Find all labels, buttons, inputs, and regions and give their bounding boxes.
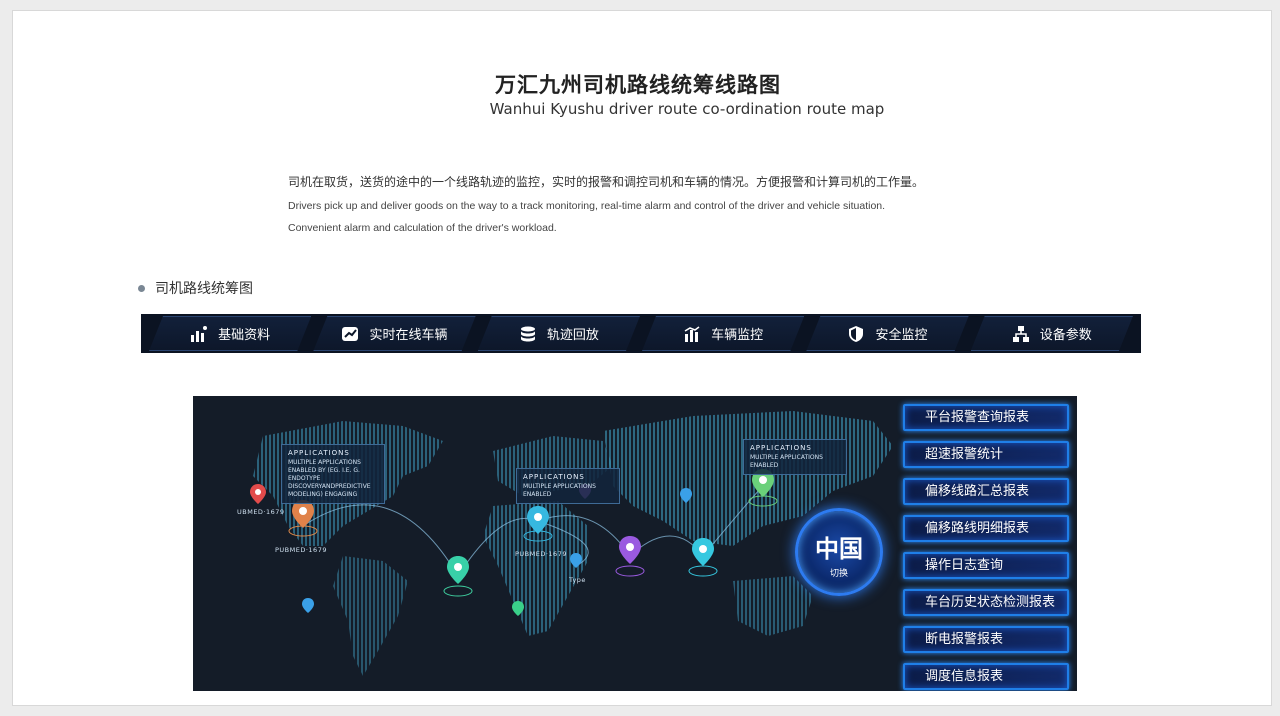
info-card-body: MULTIPLE APPLICATIONS ENABLED BY (EG. I.… [288,459,371,498]
map-label: UBMED·1679 [237,508,285,516]
info-card-title: APPLICATIONS [288,449,350,457]
section-heading: 司机路线统筹图 [138,278,253,298]
bar-chart-people-icon [190,325,208,343]
network-icon [1012,325,1030,343]
page-subtitle: Wanhui Kyushu driver route co-ordination… [489,100,885,118]
nav-item-track-playback[interactable]: 轨迹回放 [478,316,640,351]
page-title: 万汇九州司机路线统筹线路图 [495,73,781,97]
section-title: 司机路线统筹图 [155,281,253,297]
report-item-deviation-summary[interactable]: 偏移线路汇总报表 [903,478,1069,505]
china-button-label: 中国 [815,535,863,563]
nav-label: 实时在线车辆 [369,328,448,343]
nav-item-safety-monitor[interactable]: 安全监控 [806,316,968,351]
top-nav-bar: 基础资料 实时在线车辆 轨迹回放 车辆监控 安全监控 设备参数 [141,314,1141,353]
map-pin-teal [688,538,718,577]
nav-item-realtime-vehicles[interactable]: 实时在线车辆 [313,316,475,351]
nav-label: 设备参数 [1039,328,1092,343]
info-card-applications-2: APPLICATIONS MULTIPLE APPLICATIONS ENABL… [516,468,620,504]
map-pin-blue-sa [302,598,314,613]
info-card-body: MULTIPLE APPLICATIONS ENABLED [750,454,823,469]
bullet-dot [138,284,145,292]
nav-label: 车辆监控 [711,328,764,343]
info-card-applications-1: APPLICATIONS MULTIPLE APPLICATIONS ENABL… [281,444,385,504]
info-card-applications-3: APPLICATIONS MULTIPLE APPLICATIONS ENABL… [743,439,847,475]
report-item-power-off-alarm[interactable]: 断电报警报表 [903,626,1069,653]
china-switch-button[interactable]: 中国 切换 [795,508,883,596]
nav-label: 基础资料 [218,328,271,343]
nav-item-vehicle-monitor[interactable]: 车辆监控 [642,316,804,351]
map-pin-purple-large [615,536,645,577]
continent-south-america [333,556,408,676]
nav-item-device-params[interactable]: 设备参数 [971,316,1133,351]
report-list: 平台报警查询报表 超速报警统计 偏移线路汇总报表 偏移路线明细报表 操作日志查询… [903,404,1073,691]
report-item-speeding-stats[interactable]: 超速报警统计 [903,441,1069,468]
continent-australia [733,576,813,636]
map-label: PUBMED·1679 [515,550,567,558]
nav-label: 安全监控 [875,328,928,343]
description-cn: 司机在取货，送货的途中的一个线路轨迹的监控，实时的报警和调控司机和车辆的情况。方… [288,175,925,189]
page-container: 万汇九州司机路线统筹线路图 Wanhui Kyushu driver route… [12,10,1272,706]
map-pin-red [250,484,266,504]
trend-line-icon [341,325,359,343]
nav-label: 轨迹回放 [546,328,599,343]
description-en-line2: Convenient alarm and calculation of the … [288,222,557,234]
report-item-operation-log[interactable]: 操作日志查询 [903,552,1069,579]
database-icon [519,325,537,343]
nav-item-basic-data[interactable]: 基础资料 [149,316,311,351]
info-card-title: APPLICATIONS [750,444,812,452]
description-en-line1: Drivers pick up and deliver goods on the… [288,200,886,212]
report-item-device-history[interactable]: 车台历史状态检测报表 [903,589,1069,616]
report-item-deviation-detail[interactable]: 偏移路线明细报表 [903,515,1069,542]
map-label: Type [569,576,586,584]
report-item-dispatch-info[interactable]: 调度信息报表 [903,663,1069,690]
map-label: PUBMED·1679 [275,546,327,554]
china-button-sublabel: 切换 [829,569,848,579]
report-item-platform-alarm[interactable]: 平台报警查询报表 [903,404,1069,431]
info-card-title: APPLICATIONS [523,473,585,481]
bar-chart-icon [683,325,701,343]
map-pin-green-large [443,556,473,597]
world-map-panel: APPLICATIONS MULTIPLE APPLICATIONS ENABL… [193,396,1077,691]
info-card-body: MULTIPLE APPLICATIONS ENABLED [523,483,596,498]
shield-icon [847,325,865,343]
